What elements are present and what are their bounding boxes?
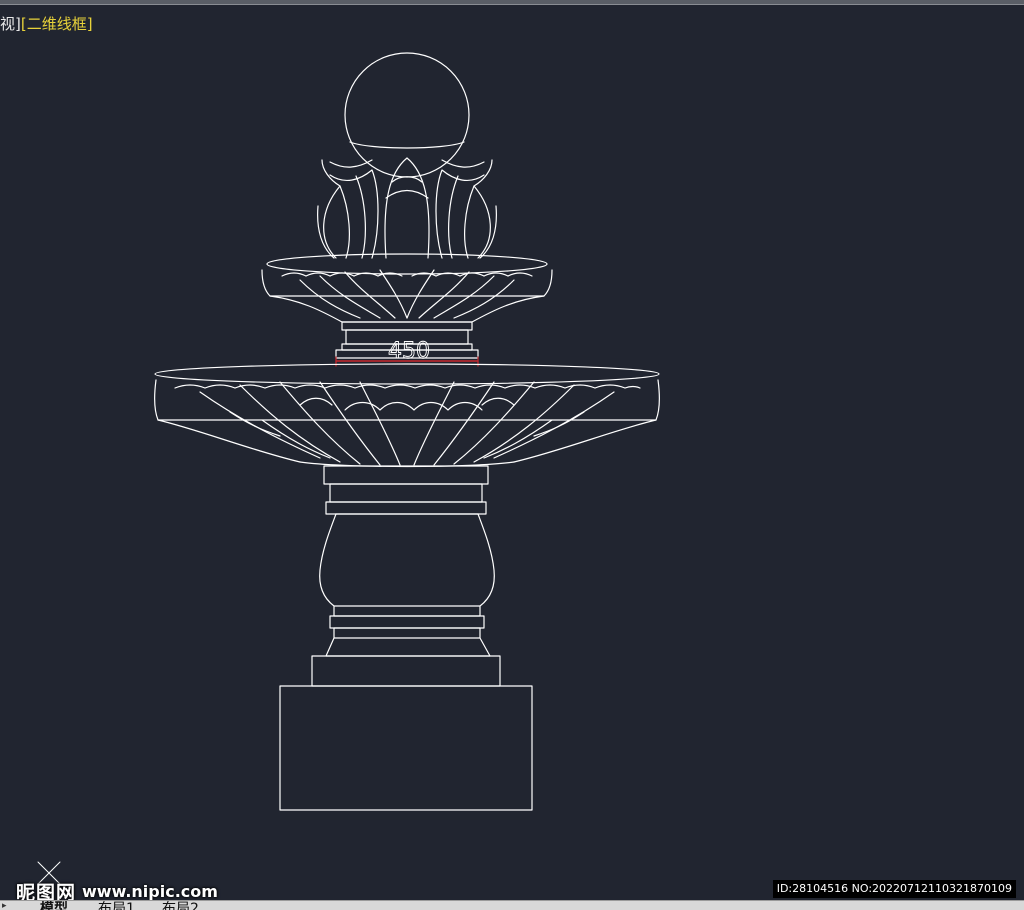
dimension-450[interactable]: 450 [335, 339, 479, 367]
cad-application: 视][二维线框] 450 昵图网 www.nipic.com ID:281045… [0, 0, 1024, 910]
lotus-bud [317, 157, 497, 259]
image-id-badge: ID:28104516 NO:20220712110321870109 [772, 880, 1016, 898]
drawing-canvas[interactable]: 450 [0, 0, 1024, 910]
dimension-text: 450 [388, 339, 430, 364]
upper-basin [261, 253, 553, 323]
tab-layout1[interactable]: 布局1 [98, 902, 135, 910]
tab-scroll-arrow-icon[interactable]: ▸ [2, 902, 14, 910]
base-block [279, 685, 533, 811]
pedestal-column [311, 465, 501, 687]
site-url: www.nipic.com [82, 882, 218, 901]
tab-layout2[interactable]: 布局2 [162, 902, 199, 910]
tab-model[interactable]: 模型 [40, 902, 68, 910]
layout-tab-bar: ▸ 模型 布局1 布局2 [0, 900, 1024, 910]
lower-basin [154, 363, 660, 468]
